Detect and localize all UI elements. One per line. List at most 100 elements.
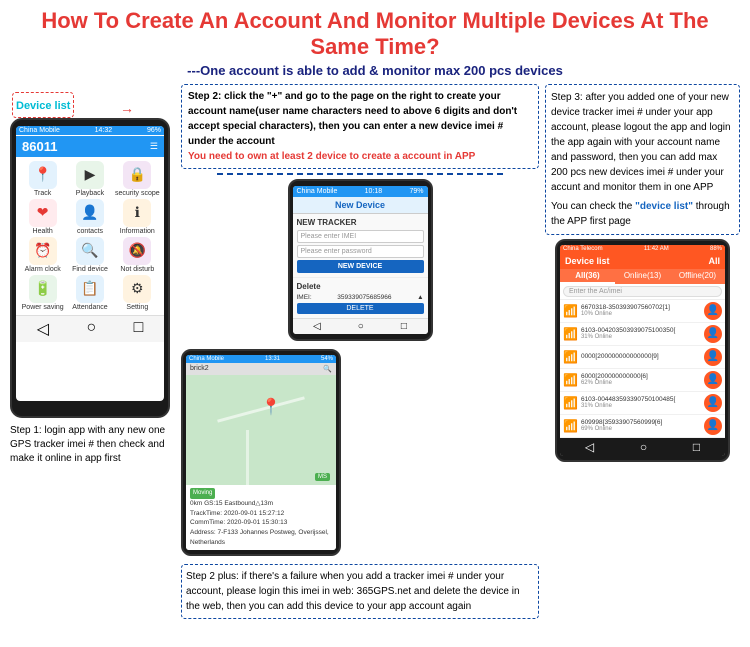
imei-placeholder[interactable]: Please enter IMEI [297,230,424,243]
step2-title: Step 2: click the "+" and go to the page… [188,91,517,147]
map-status-bar: China Mobile 13:31 54% [186,355,336,363]
tab-all-36-[interactable]: All(36) [560,269,615,284]
device-list-arrow: → [120,100,134,116]
device-item-0[interactable]: 📶 6670318-350393907560702[1] 10% Online … [560,300,725,323]
step2-note: You need to own at least 2 device to cre… [188,151,475,162]
device-id: 0000[200000000000000[9] [581,353,701,360]
step3-main: Step 3: after you added one of your new … [551,92,731,193]
grid-item-setting[interactable]: ⚙Setting [115,275,160,311]
grid-label: contacts [77,228,103,235]
grid-item-power-saving[interactable]: 🔋Power saving [20,275,65,311]
grid-label: Health [33,228,53,235]
device-avatar: 👤 [704,348,722,366]
grid-item-contacts[interactable]: 👤contacts [67,199,112,235]
grid-icon: ▶ [76,161,104,189]
nav-home[interactable]: ○ [86,319,96,339]
mid-nav-recent[interactable]: □ [401,321,407,332]
device-info: 6103-004203503939075100350[ 31% Online [581,327,701,340]
device-id: 6103-004483593390750100485[ [581,396,701,403]
rp-nav-home[interactable]: ○ [640,440,647,454]
delete-btn[interactable]: DELETE [297,303,424,314]
rp-header-filter[interactable]: All [708,256,720,266]
grid-item-not-disturb[interactable]: 🔕Not disturb [115,237,160,273]
device-id: 6000[200000000000[6] [581,373,701,380]
rp-search-input[interactable]: Enter the Ac/imei [563,286,722,297]
grid-item-health[interactable]: ❤Health [20,199,65,235]
device-item-5[interactable]: 📶 609998[35933907560999[6] 69% Online 👤 [560,415,725,438]
map-phone-screen: China Mobile 13:31 54% brick2 🔍 📍 MS [186,355,336,550]
rp-status-bar: China Telecom 11:42 AM 88% [560,245,725,253]
device-item-2[interactable]: 📶 0000[200000000000000[9] 👤 [560,346,725,369]
page-wrapper: How To Create An Account And Monitor Mul… [0,0,750,647]
grid-icon: ⚙ [123,275,151,303]
grid-icon: 📍 [29,161,57,189]
grid-item-alarm-clock[interactable]: ⏰Alarm clock [20,237,65,273]
step3-text: Step 3: after you added one of your new … [545,84,740,235]
pwd-placeholder[interactable]: Please enter password [297,245,424,258]
nav-back[interactable]: ◁ [37,319,49,339]
device-status: 31% Online [581,403,701,409]
device-list-label: Device list [12,92,74,118]
device-wifi-icon: 📶 [563,350,578,364]
mid-nav-home[interactable]: ○ [358,321,364,332]
imei-label: IMEI: [297,294,312,301]
device-item-3[interactable]: 📶 6000[200000000000[6] 62% Online 👤 [560,369,725,392]
map-area: 📍 MS [186,375,336,485]
grid-item-track[interactable]: 📍Track [20,161,65,197]
device-id: 6670318-350393907560702[1] [581,304,701,311]
device-id: 6103-004203503939075100350[ [581,327,701,334]
device-avatar: 👤 [704,371,722,389]
map-search-icon[interactable]: 🔍 [323,365,332,373]
device-status: 10% Online [581,311,701,317]
step2-label: Step 2: click the "+" and go to the page… [181,84,539,169]
content-area: Device list → China Mobile 14:32 96% 860… [10,84,740,594]
device-item-1[interactable]: 📶 6103-004203503939075100350[ 31% Online… [560,323,725,346]
new-device-btn[interactable]: NEW DEVICE [297,260,424,273]
imei-row: IMEI: 359339075685966 ▲ [297,294,424,301]
grid-item-information[interactable]: ℹInformation [115,199,160,235]
grid-icon: 🔋 [29,275,57,303]
imei-value: 359339075685966 [337,294,391,301]
grid-label: Playback [76,190,104,197]
grid-item-security-scope[interactable]: 🔒security scope [115,161,160,197]
rp-nav-back[interactable]: ◁ [585,440,594,454]
device-info: 6000[200000000000[6] 62% Online [581,373,701,386]
rp-nav-recent[interactable]: □ [693,440,700,454]
nav-recent[interactable]: □ [134,319,144,339]
right-phone-screen: China Telecom 11:42 AM 88% Device list A… [560,245,725,456]
grid-label: Track [34,190,51,197]
device-avatar: 👤 [704,325,722,343]
device-info: 6103-004483593390750100485[ 31% Online [581,396,701,409]
new-device-title: New Device [293,197,428,214]
tab-offline-20-[interactable]: Offline(20) [670,269,725,284]
left-phone-screen: China Mobile 14:32 96% 86011 ☰ 📍Track▶Pl… [16,126,164,401]
device-item-4[interactable]: 📶 6103-004483593390750100485[ 31% Online… [560,392,725,415]
map-marker: 📍 [261,397,281,417]
left-battery: 96% [147,127,161,134]
grid-label: security scope [115,190,160,197]
left-phone-grid: 📍Track▶Playback🔒security scope❤Health👤co… [16,157,164,315]
step3-note: You can check the "device list" through … [551,199,734,229]
device-avatar: 👤 [704,394,722,412]
map-speed: 0km GS:15 Eastbound△13m [190,500,273,507]
mid-phone-wrap: China Mobile 10:18 79% New Device NEW TR… [181,179,539,341]
left-menu-icon[interactable]: ☰ [150,141,158,152]
device-status: 62% Online [581,380,701,386]
delete-title: Delete [297,282,424,291]
device-wifi-icon: 📶 [563,304,578,318]
rp-tabs: All(36)Online(13)Offline(20) [560,269,725,284]
grid-item-find-device[interactable]: 🔍Find device [67,237,112,273]
grid-item-attendance[interactable]: 📋Attendance [67,275,112,311]
mid-nav-back[interactable]: ◁ [313,321,321,332]
right-area: Step 3: after you added one of your new … [545,84,740,594]
device-wifi-icon: 📶 [563,419,578,433]
arrow-spacer [181,173,539,175]
grid-icon: ℹ [123,199,151,227]
grid-item-playback[interactable]: ▶Playback [67,161,112,197]
rp-search: Enter the Ac/imei [560,284,725,300]
device-wifi-icon: 📶 [563,373,578,387]
new-tracker-title: NEW TRACKER [297,218,424,227]
tab-online-13-[interactable]: Online(13) [615,269,670,284]
device-id: 609998[35933907560999[6] [581,419,701,426]
grid-icon: ❤ [29,199,57,227]
